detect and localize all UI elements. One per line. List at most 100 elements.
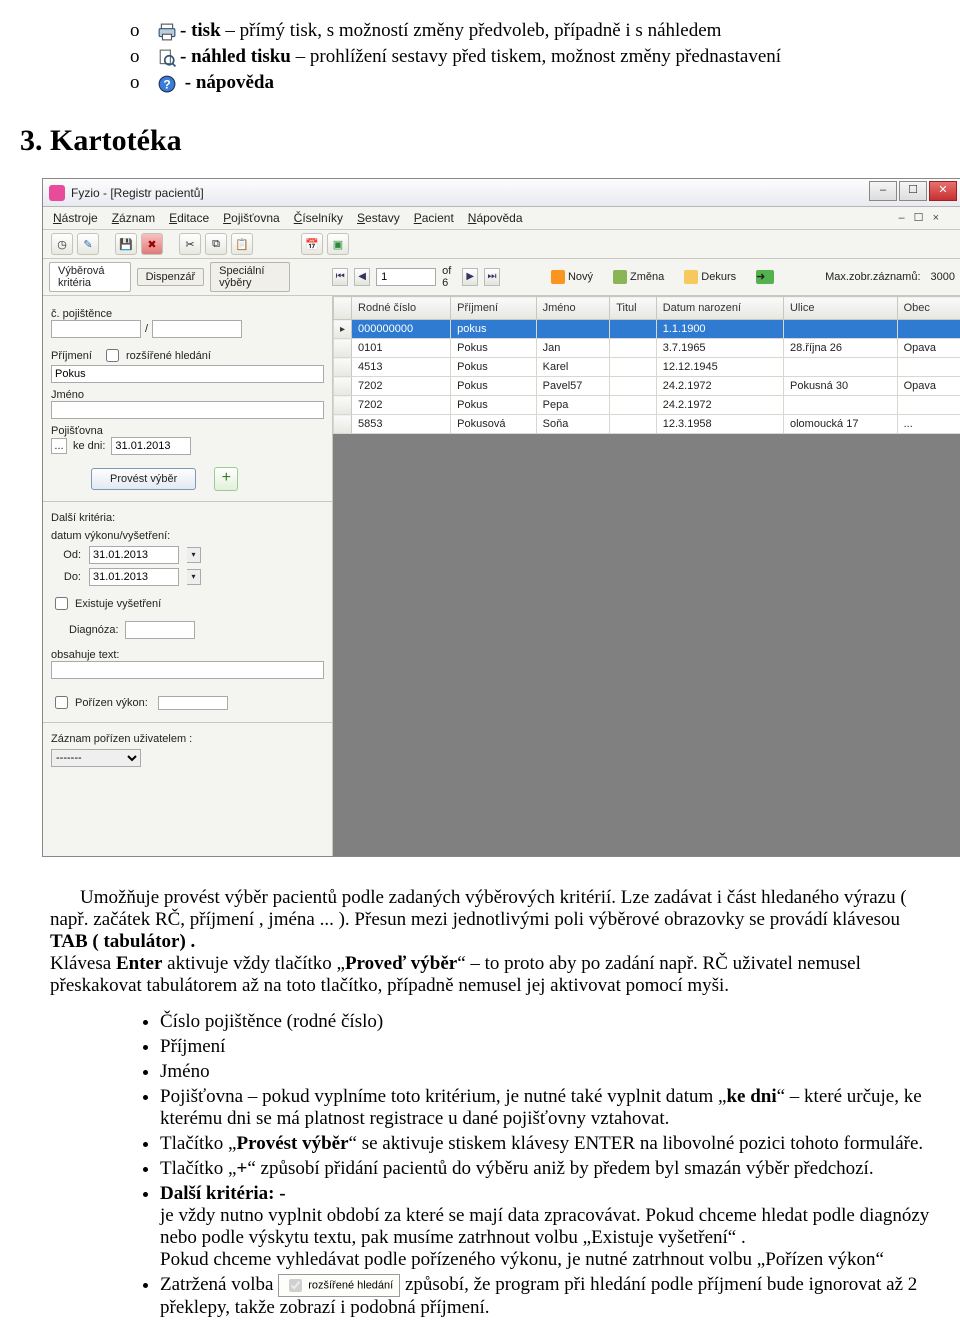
nav-prev[interactable]: ◀ [354, 268, 370, 286]
table-cell: 4513 [352, 358, 451, 377]
input-od[interactable] [89, 546, 179, 564]
nav-first[interactable]: ⏮ [332, 268, 348, 286]
app-icon [49, 185, 65, 201]
menu-item[interactable]: Pojišťovna [223, 211, 280, 225]
close-button[interactable]: ✕ [929, 181, 957, 201]
btn-provest-vyber[interactable]: Provést výběr [91, 468, 196, 490]
table-header[interactable]: Jméno [536, 297, 610, 320]
action-dekurs[interactable]: Dekurs [677, 268, 743, 286]
table-row[interactable]: 4513PokusKarel12.12.1945 [334, 358, 960, 377]
table-cell: 24.2.1972 [656, 377, 783, 396]
table-cell: ... [897, 415, 960, 434]
toolbar-btn-1[interactable]: ◷ [51, 233, 73, 255]
menu-item[interactable]: Záznam [112, 211, 155, 225]
table-cell: Pokus [451, 396, 536, 415]
menu-item[interactable]: Editace [169, 211, 209, 225]
table-cell: 7202 [352, 377, 451, 396]
menu-item[interactable]: Nástroje [53, 211, 98, 225]
table-header[interactable]: Datum narození [656, 297, 783, 320]
select-user[interactable]: ------- [51, 749, 141, 767]
table-cell [783, 358, 897, 377]
tab-dispenzar[interactable]: Dispenzář [137, 268, 205, 286]
table-cell: pokus [451, 320, 536, 339]
input-kedni[interactable] [111, 437, 191, 455]
toolbar-paste[interactable]: 📋 [231, 233, 253, 255]
lbl-zaznam-uzivatelem: Záznam pořízen uživatelem : [51, 733, 324, 745]
nav-of-label: of 6 [442, 265, 456, 289]
dd-od[interactable]: ▾ [187, 547, 201, 563]
table-cell: Soňa [536, 415, 610, 434]
max-records-label: Max.zobr.záznamů: [825, 271, 920, 283]
action-go[interactable]: ➜ [749, 268, 781, 286]
max-records-value: 3000 [931, 271, 955, 283]
toolbar-copy[interactable]: ⧉ [205, 233, 227, 255]
menu-item[interactable]: Pacient [414, 211, 454, 225]
table-header[interactable]: Obec [897, 297, 960, 320]
menubar: Nástroje Záznam Editace Pojišťovna Číselníky… [43, 207, 960, 230]
input-obsahuje-text[interactable] [51, 661, 324, 679]
chk-ext-search[interactable] [106, 349, 119, 362]
input-prijmeni[interactable] [51, 365, 324, 383]
table-header[interactable]: Rodné číslo [352, 297, 451, 320]
input-do[interactable] [89, 568, 179, 586]
lbl-prijmeni: Příjmení [51, 350, 92, 362]
table-cell: Pepa [536, 396, 610, 415]
menu-item[interactable]: Nápověda [468, 211, 523, 225]
btn-pojistovna-lookup[interactable]: ... [51, 438, 67, 454]
app-screenshot: Fyzio - [Registr pacientů] – ☐ ✕ Nástroj… [42, 178, 960, 857]
dd-do[interactable]: ▾ [187, 569, 201, 585]
toolbar-save[interactable]: 💾 [115, 233, 137, 255]
results-area: Rodné čísloPříjmeníJménoTitulDatum naroz… [333, 296, 960, 856]
nav-toolbar: Výběrová kritéria Dispenzář Speciální vý… [43, 259, 960, 296]
maximize-button[interactable]: ☐ [899, 181, 927, 201]
chk-porizen-vykon[interactable] [55, 696, 68, 709]
table-cell: 28.října 26 [783, 339, 897, 358]
table-cell [610, 396, 657, 415]
inline-ext-search-image: rozšířené hledání [278, 1274, 400, 1297]
mdi-restore[interactable]: ☐ [914, 212, 924, 224]
tab-vyberova[interactable]: Výběrová kritéria [49, 262, 131, 292]
table-cell: Pokusná 30 [783, 377, 897, 396]
toolbar-calendar[interactable]: 📅 [301, 233, 323, 255]
table-cell: 5853 [352, 415, 451, 434]
tab-specialni[interactable]: Speciální výběry [210, 262, 290, 292]
action-novy[interactable]: Nový [544, 268, 600, 286]
table-header[interactable]: Titul [610, 297, 657, 320]
table-header[interactable]: Příjmení [451, 297, 536, 320]
toolbar-cancel[interactable]: ✖ [141, 233, 163, 255]
toolbar-action-2[interactable]: ▣ [327, 233, 349, 255]
table-row[interactable]: 0101PokusJan3.7.196528.října 26Opava [334, 339, 960, 358]
chk-existuje-vysetreni[interactable] [55, 597, 68, 610]
nav-page-input[interactable] [376, 268, 436, 286]
table-cell [783, 396, 897, 415]
input-diagnoza[interactable] [125, 621, 195, 639]
action-zmena[interactable]: Změna [606, 268, 671, 286]
input-cp-2[interactable] [152, 320, 242, 338]
table-cell: Pokus [451, 377, 536, 396]
table-row[interactable]: 7202PokusPepa24.2.1972 [334, 396, 960, 415]
table-row[interactable]: 7202PokusPavel5724.2.1972Pokusná 30Opava [334, 377, 960, 396]
table-cell: olomoucká 17 [783, 415, 897, 434]
table-row[interactable]: 5853PokusováSoňa12.3.1958olomoucká 17... [334, 415, 960, 434]
table-cell [783, 320, 897, 339]
table-cell [610, 320, 657, 339]
table-cell: 0101 [352, 339, 451, 358]
table-cell: 7202 [352, 396, 451, 415]
table-header[interactable]: Ulice [783, 297, 897, 320]
table-cell: 000000000 [352, 320, 451, 339]
mdi-close[interactable]: × [933, 212, 939, 224]
btn-add-to-selection[interactable]: + [214, 467, 238, 491]
toolbar-btn-2[interactable]: ✎ [77, 233, 99, 255]
minimize-button[interactable]: – [869, 181, 897, 201]
toolbar-cut[interactable]: ✂ [179, 233, 201, 255]
table-cell: Jan [536, 339, 610, 358]
nav-next[interactable]: ▶ [462, 268, 478, 286]
input-cp-1[interactable] [51, 320, 141, 338]
menu-item[interactable]: Číselníky [294, 211, 343, 225]
menu-item[interactable]: Sestavy [357, 211, 400, 225]
table-row[interactable]: 000000000pokus1.1.1900 [334, 320, 960, 339]
nav-last[interactable]: ⏭ [484, 268, 500, 286]
input-vykon[interactable] [158, 696, 228, 710]
mdi-minimize[interactable]: – [898, 212, 904, 224]
input-jmeno[interactable] [51, 401, 324, 419]
